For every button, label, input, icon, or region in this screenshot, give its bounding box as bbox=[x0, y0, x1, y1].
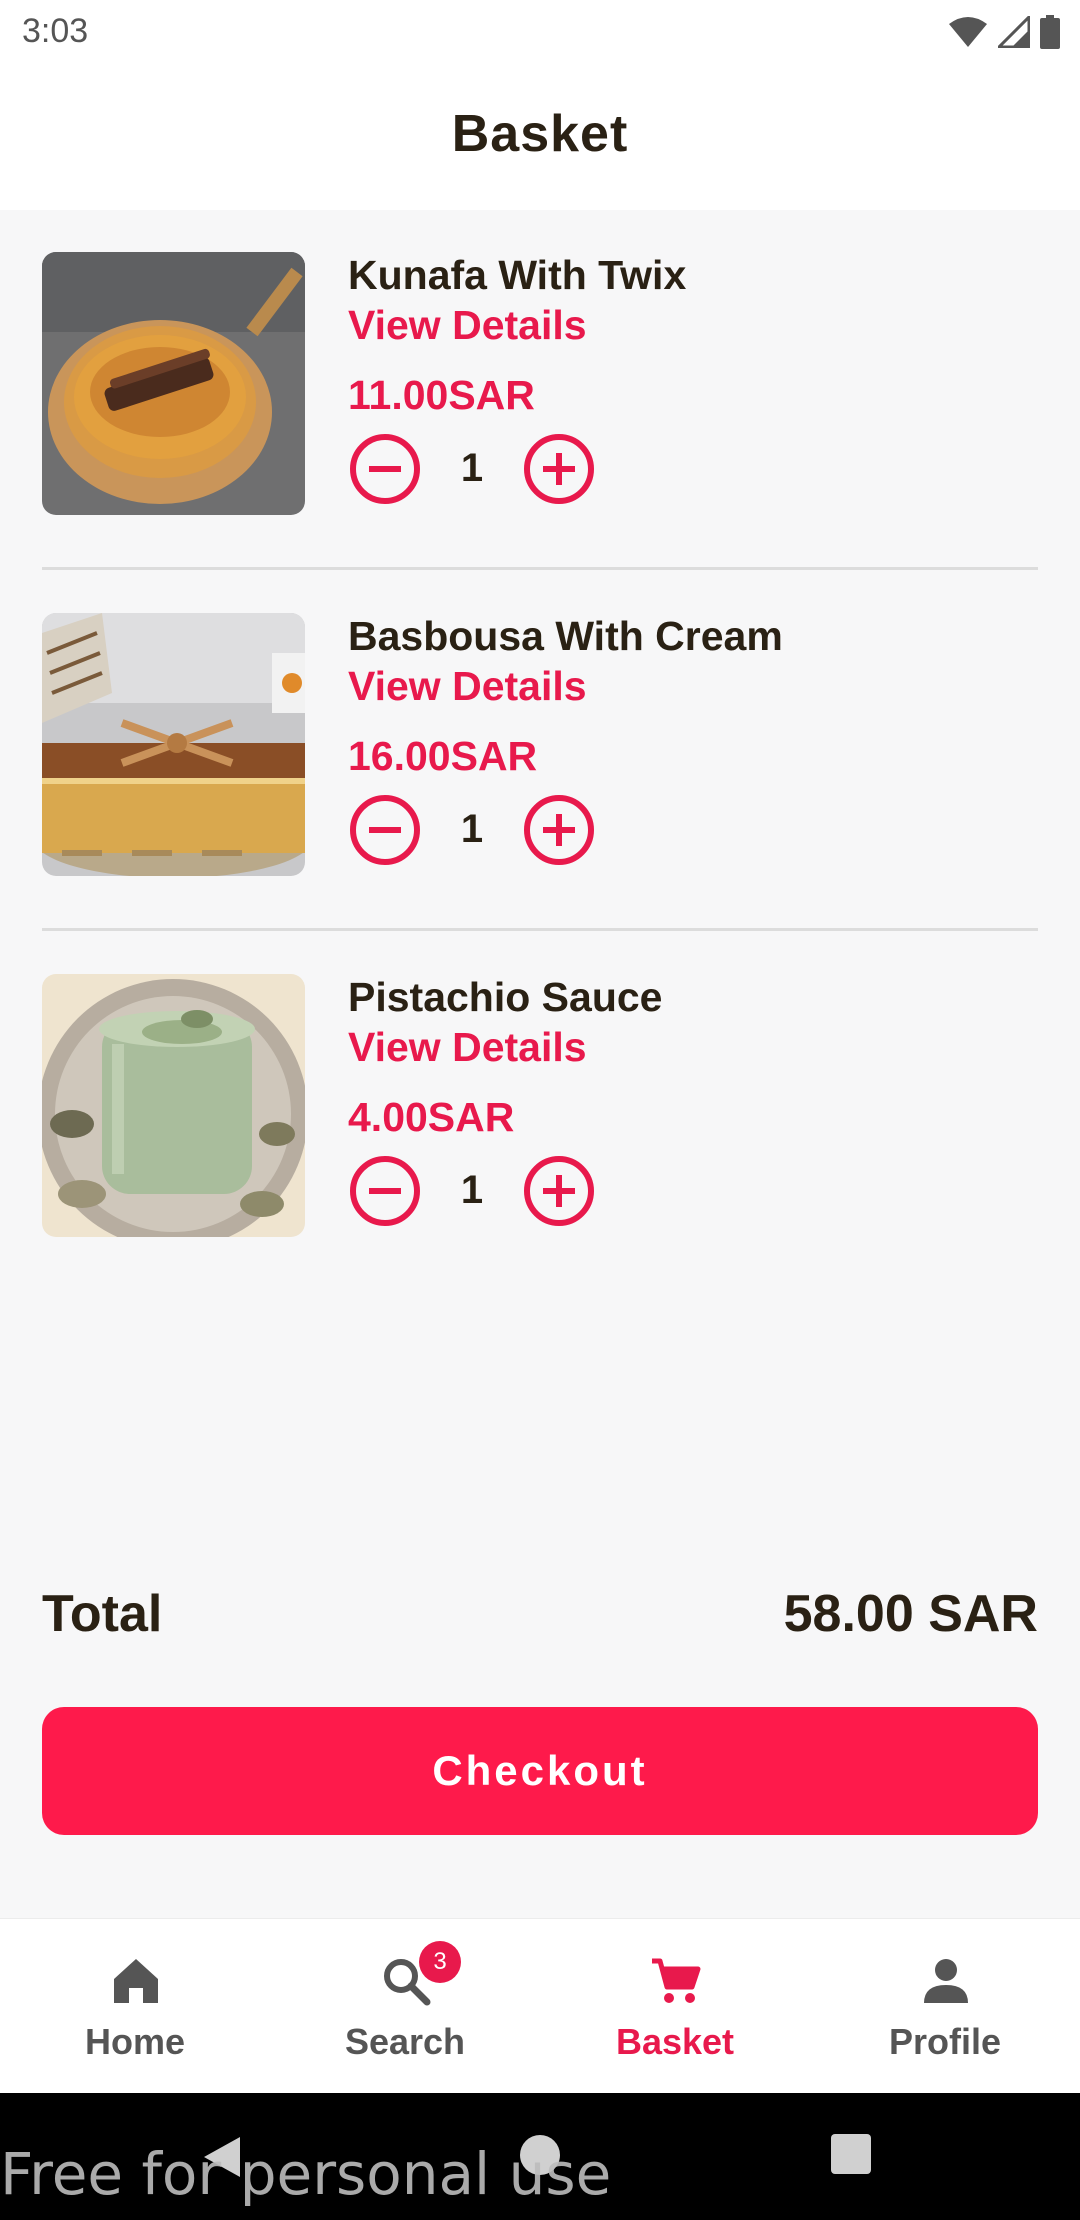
quantity-value: 1 bbox=[460, 807, 484, 851]
total-label: Total bbox=[42, 1585, 163, 1643]
item-divider bbox=[42, 928, 1038, 931]
status-icons bbox=[948, 14, 1060, 50]
page-title: Basket bbox=[451, 105, 629, 163]
person-icon bbox=[924, 1959, 968, 2003]
basket-item: Basbousa With Cream View Details 16.00SA… bbox=[42, 613, 1038, 876]
view-details-link[interactable]: View Details bbox=[348, 663, 587, 710]
decrease-quantity-button[interactable] bbox=[348, 1154, 422, 1228]
basket-item: Kunafa With Twix View Details 11.00SAR 1 bbox=[42, 252, 1038, 515]
bottom-nav: Home Search Basket 3 Profile bbox=[0, 1918, 1080, 2093]
nav-item-basket[interactable]: Basket bbox=[540, 1919, 810, 2094]
decrease-quantity-button[interactable] bbox=[348, 793, 422, 867]
total-value: 58.00 SAR bbox=[783, 1585, 1038, 1643]
product-image-pistachio[interactable] bbox=[42, 974, 305, 1237]
nav-item-profile[interactable]: Profile bbox=[810, 1919, 1080, 2094]
quantity-stepper: 1 bbox=[348, 432, 608, 506]
cart-count-badge: 3 bbox=[419, 1941, 461, 1983]
cart-icon bbox=[652, 1958, 701, 2003]
nav-item-search[interactable]: Search bbox=[270, 1919, 540, 2094]
basket-item: Pistachio Sauce View Details 4.00SAR 1 bbox=[42, 974, 1038, 1237]
item-price: 11.00SAR bbox=[348, 372, 535, 418]
home-icon bbox=[114, 1959, 158, 2003]
nav-label: Search bbox=[344, 2021, 466, 2062]
item-name: Pistachio Sauce bbox=[348, 974, 663, 1020]
quantity-stepper: 1 bbox=[348, 793, 608, 867]
decrease-quantity-button[interactable] bbox=[348, 432, 422, 506]
product-image-kunafa[interactable] bbox=[42, 252, 305, 515]
recents-icon[interactable] bbox=[830, 2133, 872, 2175]
increase-quantity-button[interactable] bbox=[522, 432, 596, 506]
pistachio-image bbox=[42, 974, 305, 1237]
item-price: 4.00SAR bbox=[348, 1094, 515, 1140]
nav-label: Profile bbox=[888, 2021, 1002, 2062]
quantity-value: 1 bbox=[460, 1168, 484, 1212]
wifi-icon bbox=[949, 17, 987, 47]
item-divider bbox=[42, 567, 1038, 570]
view-details-link[interactable]: View Details bbox=[348, 1024, 587, 1071]
header: Basket bbox=[0, 64, 1080, 210]
quantity-stepper: 1 bbox=[348, 1154, 608, 1228]
item-price: 16.00SAR bbox=[348, 733, 538, 779]
nav-item-home[interactable]: Home bbox=[0, 1919, 270, 2094]
status-time: 3:03 bbox=[22, 12, 89, 50]
nav-label: Home bbox=[84, 2021, 186, 2062]
item-name: Basbousa With Cream bbox=[348, 613, 783, 659]
view-details-link[interactable]: View Details bbox=[348, 302, 587, 349]
kunafa-image bbox=[42, 252, 305, 515]
item-name: Kunafa With Twix bbox=[348, 252, 687, 298]
signal-icon bbox=[998, 16, 1030, 48]
nav-label: Basket bbox=[615, 2021, 735, 2062]
quantity-value: 1 bbox=[460, 446, 484, 490]
increase-quantity-button[interactable] bbox=[522, 793, 596, 867]
increase-quantity-button[interactable] bbox=[522, 1154, 596, 1228]
battery-icon bbox=[1040, 15, 1060, 49]
status-bar: 3:03 bbox=[0, 0, 1080, 64]
watermark-text: Free for personal use bbox=[0, 2140, 612, 2208]
product-image-basbousa[interactable] bbox=[42, 613, 305, 876]
basbousa-image bbox=[42, 613, 305, 876]
checkout-button[interactable]: Checkout bbox=[42, 1707, 1038, 1835]
